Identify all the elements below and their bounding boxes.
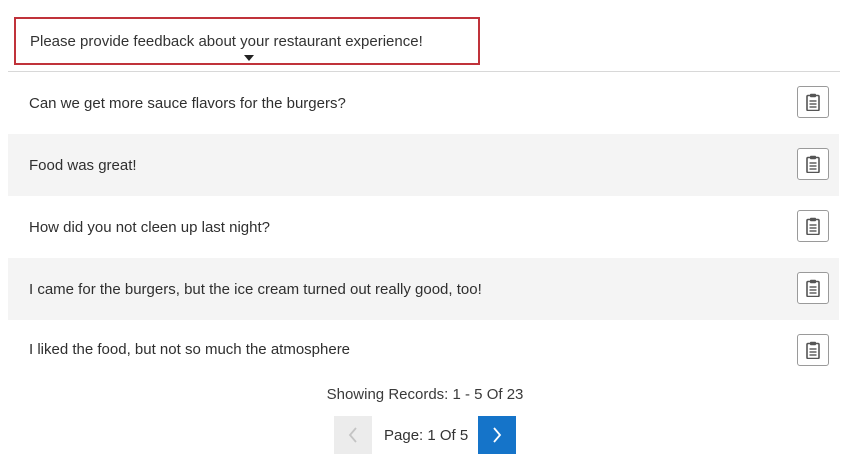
question-text: Please provide feedback about your resta… [30,33,423,50]
clipboard-icon [806,341,820,359]
clipboard-button[interactable] [797,272,829,304]
clipboard-icon [806,279,820,297]
clipboard-icon [806,93,820,111]
next-page-button[interactable] [478,416,517,454]
response-text: Can we get more sauce flavors for the bu… [29,94,346,112]
chevron-right-icon [493,427,502,443]
page-indicator: Page: 1 Of 5 [384,426,469,444]
question-selector-dropdown[interactable]: Please provide feedback about your resta… [14,17,480,65]
clipboard-button[interactable] [797,148,829,180]
clipboard-icon [806,155,820,173]
list-item: I liked the food, but not so much the at… [8,320,839,378]
records-count: Showing Records: 1 - 5 Of 23 [326,386,524,403]
response-text: I liked the food, but not so much the at… [29,340,351,358]
list-item: How did you not cleen up last night? [8,196,839,258]
response-text: Food was great! [29,156,137,174]
responses-list: Can we get more sauce flavors for the bu… [8,72,839,378]
pagination: Page: 1 Of 5 [334,416,517,454]
list-item: I came for the burgers, but the ice crea… [8,258,839,320]
list-item: Can we get more sauce flavors for the bu… [8,72,839,134]
list-item: Food was great! [8,134,839,196]
clipboard-button[interactable] [797,210,829,242]
response-text: How did you not cleen up last night? [29,218,270,236]
chevron-left-icon [348,427,357,443]
clipboard-button[interactable] [797,334,829,366]
clipboard-button[interactable] [797,86,829,118]
response-text: I came for the burgers, but the ice crea… [29,280,482,298]
previous-page-button[interactable] [334,416,372,454]
caret-down-icon [244,55,254,61]
clipboard-icon [806,217,820,235]
